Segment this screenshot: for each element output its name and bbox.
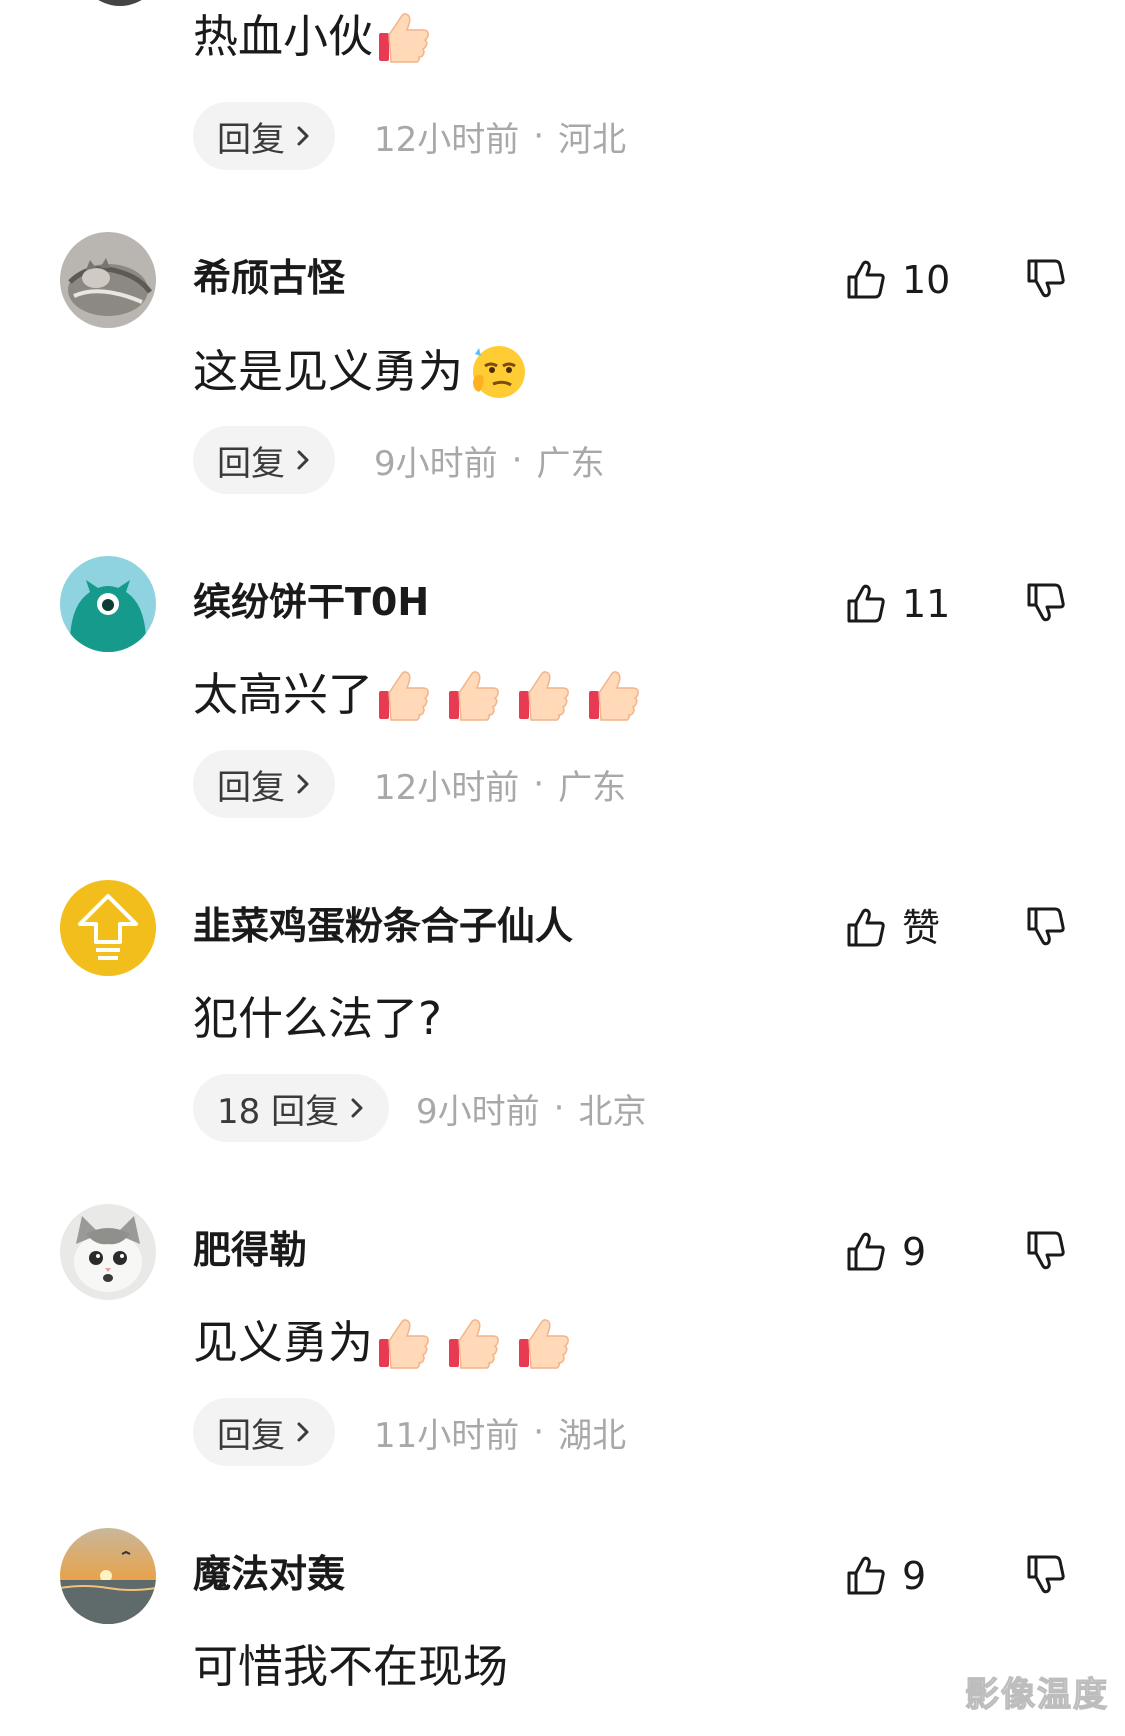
comment-location: 广东	[536, 443, 605, 484]
comment-time: 9小时前	[416, 1091, 540, 1132]
chevron-right-icon	[295, 1420, 311, 1444]
comment-text: 太高兴了	[193, 666, 657, 724]
thumbs-up-emoji	[377, 1315, 433, 1371]
comment-text: 可惜我不在现场	[193, 1640, 509, 1693]
chevron-right-icon	[295, 448, 311, 472]
thinking-smirk-emoji	[467, 342, 527, 402]
comment-time: 9小时前	[374, 443, 498, 484]
chevron-right-icon	[295, 124, 311, 148]
emoji-row	[467, 342, 541, 402]
previous-avatar-edge	[78, 0, 162, 6]
thumbs-up-emoji	[587, 667, 643, 723]
emoji-row	[377, 667, 657, 723]
thumbs-up-icon	[844, 582, 888, 626]
thumbs-down-icon[interactable]	[1024, 904, 1068, 948]
comment-meta: 9小时前 · 北京	[416, 1074, 646, 1142]
like-button[interactable]: 11	[844, 580, 950, 628]
like-count: 赞	[902, 906, 941, 950]
comment-location: 广东	[558, 767, 627, 808]
like-count: 10	[902, 258, 951, 302]
comment-meta: 12小时前 · 河北	[374, 102, 626, 170]
thumbs-up-emoji	[377, 9, 433, 65]
reply-button[interactable]: 回复	[193, 1398, 335, 1466]
thumbs-up-icon	[844, 1230, 888, 1274]
comment-location: 湖北	[558, 1415, 627, 1456]
username[interactable]: 韭菜鸡蛋粉条合子仙人	[193, 902, 573, 950]
white-cat-avatar[interactable]	[60, 1204, 156, 1300]
thumbs-down-icon[interactable]	[1024, 580, 1068, 624]
chevron-right-icon	[349, 1096, 365, 1120]
thumbs-up-emoji	[447, 667, 503, 723]
thumbs-up-emoji	[377, 667, 433, 723]
comment-time: 11小时前	[374, 1415, 520, 1456]
reply-button[interactable]: 回复	[193, 426, 335, 494]
comment-location: 北京	[578, 1091, 647, 1132]
reply-count-button[interactable]: 18 回复	[193, 1074, 390, 1142]
like-button[interactable]: 赞	[844, 904, 940, 952]
emoji-row	[377, 9, 447, 65]
thumbs-up-icon	[844, 1554, 888, 1598]
thumbs-up-icon	[844, 906, 888, 950]
comment-location: 河北	[558, 119, 627, 160]
thumbs-up-emoji	[447, 1315, 503, 1371]
like-button[interactable]: 9	[844, 1552, 926, 1600]
username[interactable]: 魔法对轰	[193, 1550, 345, 1598]
thumbs-down-icon[interactable]	[1024, 1228, 1068, 1272]
emoji-row	[377, 1315, 587, 1371]
comment-text: 热血小伙	[193, 8, 447, 66]
yellow-arrow-avatar[interactable]	[60, 880, 156, 976]
thumbs-down-icon[interactable]	[1024, 256, 1068, 300]
sunset-sea-avatar[interactable]	[60, 1528, 156, 1624]
thumbs-up-emoji	[517, 1315, 573, 1371]
thumbs-up-emoji	[517, 667, 573, 723]
cat-photo-avatar[interactable]	[60, 232, 156, 328]
chevron-right-icon	[295, 772, 311, 796]
comment-text: 见义勇为	[193, 1314, 587, 1372]
comment-time: 12小时前	[374, 119, 520, 160]
comment-time: 12小时前	[374, 767, 520, 808]
comment-meta: 11小时前 · 湖北	[374, 1398, 626, 1466]
reply-button[interactable]: 回复	[193, 750, 335, 818]
like-count: 9	[902, 1230, 927, 1274]
username[interactable]: 肥得勒	[193, 1226, 307, 1274]
comment-meta: 9小时前 · 广东	[374, 426, 604, 494]
reply-button[interactable]: 回复	[193, 102, 335, 170]
like-count: 9	[902, 1554, 927, 1598]
like-button[interactable]: 10	[844, 256, 950, 304]
comment-text: 这是见义勇为	[193, 342, 541, 402]
username[interactable]: 缤纷饼干T0H	[193, 578, 429, 626]
comment-meta: 12小时前 · 广东	[374, 750, 626, 818]
like-button[interactable]: 9	[844, 1228, 926, 1276]
username[interactable]: 希颀古怪	[193, 254, 345, 302]
comment-text: 犯什么法了?	[193, 992, 442, 1045]
thumbs-down-icon[interactable]	[1024, 1552, 1068, 1596]
teal-monster-avatar[interactable]	[60, 556, 156, 652]
watermark: 影像温度	[964, 1674, 1109, 1715]
thumbs-up-icon	[844, 258, 888, 302]
like-count: 11	[902, 582, 951, 626]
